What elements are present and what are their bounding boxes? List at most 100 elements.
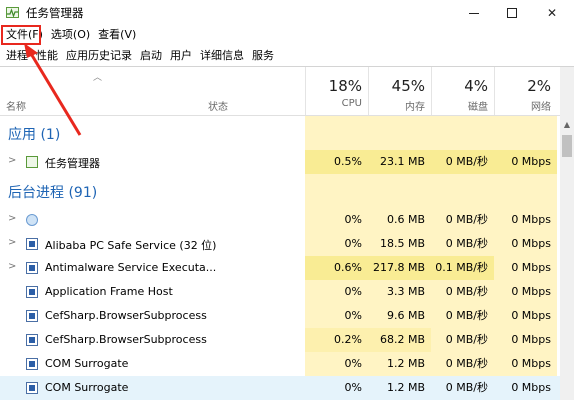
tab-users[interactable]: 用户	[166, 46, 196, 66]
disk-cell: 0 MB/秒	[431, 352, 494, 376]
disk-cell	[431, 116, 494, 150]
disk-cell: 0 MB/秒	[431, 150, 494, 174]
cpu-cell: 0%	[305, 232, 368, 256]
table-row[interactable]: CefSharp.BrowserSubprocess 0.2% 68.2 MB …	[0, 328, 560, 352]
disk-total-percent: 4%	[464, 77, 488, 95]
tab-processes[interactable]: 进程	[0, 46, 32, 66]
group-title: 后台进程 (91)	[8, 185, 98, 201]
menu-bar: 文件(F) 选项(O) 查看(V)	[0, 26, 140, 44]
maximize-icon	[507, 8, 517, 18]
application-icon	[26, 286, 38, 298]
scroll-up-icon[interactable]: ▲	[560, 118, 574, 132]
memory-cell: 18.5 MB	[368, 232, 431, 256]
table-row[interactable]: COM Surrogate 0% 1.2 MB 0 MB/秒 0 Mbps	[0, 376, 560, 400]
table-row[interactable]: > 任务管理器 0.5% 23.1 MB 0 MB/秒 0 Mbps	[0, 150, 560, 174]
memory-cell: 68.2 MB	[368, 328, 431, 352]
process-list: 应用 (1) > 任务管理器 0.5% 23.1 MB 0 MB/秒 0 Mbp…	[0, 116, 560, 400]
application-icon	[26, 358, 38, 370]
disk-cell: 0 MB/秒	[431, 208, 494, 232]
minimize-icon	[469, 12, 479, 14]
column-name-label: 名称	[6, 102, 26, 113]
application-icon	[26, 334, 38, 346]
memory-total-percent: 45%	[391, 77, 425, 95]
table-row[interactable]: > 0% 0.6 MB 0 MB/秒 0 Mbps	[0, 208, 560, 232]
process-name: COM Surrogate	[45, 381, 129, 394]
memory-cell: 1.2 MB	[386, 381, 425, 394]
tab-details[interactable]: 详细信息	[196, 46, 248, 66]
group-title: 应用 (1)	[8, 127, 61, 143]
process-name: Alibaba PC Safe Service (32 位)	[45, 239, 217, 252]
chevron-right-icon[interactable]: >	[8, 213, 16, 224]
cpu-total-percent: 18%	[328, 77, 362, 95]
menu-file[interactable]: 文件(F)	[0, 26, 47, 44]
tab-performance[interactable]: 性能	[32, 46, 62, 66]
network-cell: 0 Mbps	[494, 150, 557, 174]
scrollbar-thumb[interactable]	[562, 135, 572, 157]
network-cell	[494, 116, 557, 150]
table-row[interactable]: CefSharp.BrowserSubprocess 0% 9.6 MB 0 M…	[0, 304, 560, 328]
application-icon	[26, 382, 38, 394]
cpu-cell	[305, 116, 368, 150]
memory-cell: 9.6 MB	[368, 304, 431, 328]
cpu-cell: 0%	[305, 208, 368, 232]
cpu-cell: 0.6%	[305, 256, 368, 280]
title-bar: 任务管理器 ✕	[0, 0, 574, 26]
group-header-background[interactable]: 后台进程 (91)	[0, 174, 560, 208]
network-cell: 0 Mbps	[494, 328, 557, 352]
gear-icon	[26, 214, 38, 226]
memory-cell: 1.2 MB	[368, 352, 431, 376]
network-label: 网络	[531, 102, 551, 113]
network-cell	[494, 174, 557, 208]
column-disk-header[interactable]: 4% 磁盘	[431, 67, 494, 115]
memory-cell: 0.6 MB	[368, 208, 431, 232]
cpu-cell: 0.5%	[305, 150, 368, 174]
disk-cell: 0 MB/秒	[445, 381, 488, 394]
column-name-header[interactable]: 名称	[0, 67, 200, 115]
group-header-apps[interactable]: 应用 (1)	[0, 116, 560, 150]
chevron-right-icon[interactable]: >	[8, 237, 16, 248]
tab-services[interactable]: 服务	[248, 46, 278, 66]
column-memory-header[interactable]: 45% 内存	[368, 67, 431, 115]
table-row[interactable]: > Antimalware Service Executa... 0.6% 21…	[0, 256, 560, 280]
memory-cell: 217.8 MB	[368, 256, 431, 280]
menu-options[interactable]: 选项(O)	[47, 26, 94, 44]
menu-view[interactable]: 查看(V)	[94, 26, 140, 44]
process-name: CefSharp.BrowserSubprocess	[45, 333, 207, 346]
minimize-button[interactable]	[456, 0, 492, 26]
disk-cell: 0 MB/秒	[431, 280, 494, 304]
tab-app-history[interactable]: 应用历史记录	[62, 46, 136, 66]
network-total-percent: 2%	[527, 77, 551, 95]
column-network-header[interactable]: 2% 网络	[494, 67, 557, 115]
process-name: COM Surrogate	[45, 357, 129, 370]
memory-label: 内存	[405, 102, 425, 113]
cpu-cell: 0.2%	[305, 328, 368, 352]
application-icon	[26, 238, 38, 250]
tab-startup[interactable]: 启动	[136, 46, 166, 66]
memory-cell	[368, 174, 431, 208]
vertical-scrollbar[interactable]: ▲	[560, 67, 574, 400]
application-icon	[26, 310, 38, 322]
table-row[interactable]: Application Frame Host 0% 3.3 MB 0 MB/秒 …	[0, 280, 560, 304]
memory-cell: 3.3 MB	[368, 280, 431, 304]
chevron-right-icon[interactable]: >	[8, 261, 16, 272]
maximize-button[interactable]	[494, 0, 530, 26]
task-manager-icon	[6, 7, 19, 18]
cpu-cell: 0%	[305, 280, 368, 304]
table-row[interactable]: > Alibaba PC Safe Service (32 位) 0% 18.5…	[0, 232, 560, 256]
column-status-header[interactable]: 状态	[200, 67, 305, 115]
network-cell: 0 Mbps	[494, 256, 557, 280]
chevron-right-icon[interactable]: >	[8, 155, 16, 166]
disk-cell: 0 MB/秒	[431, 232, 494, 256]
cpu-label: CPU	[341, 98, 362, 109]
close-icon: ✕	[546, 6, 558, 20]
network-cell: 0 Mbps	[494, 280, 557, 304]
table-row[interactable]: COM Surrogate 0% 1.2 MB 0 MB/秒 0 Mbps	[0, 352, 560, 376]
disk-cell: 0.1 MB/秒	[431, 256, 494, 280]
disk-cell	[431, 174, 494, 208]
disk-cell: 0 MB/秒	[431, 328, 494, 352]
process-name: CefSharp.BrowserSubprocess	[45, 309, 207, 322]
process-name: Application Frame Host	[45, 285, 173, 298]
close-button[interactable]: ✕	[534, 0, 570, 26]
network-cell: 0 Mbps	[494, 352, 557, 376]
column-cpu-header[interactable]: 18% CPU	[305, 67, 368, 115]
